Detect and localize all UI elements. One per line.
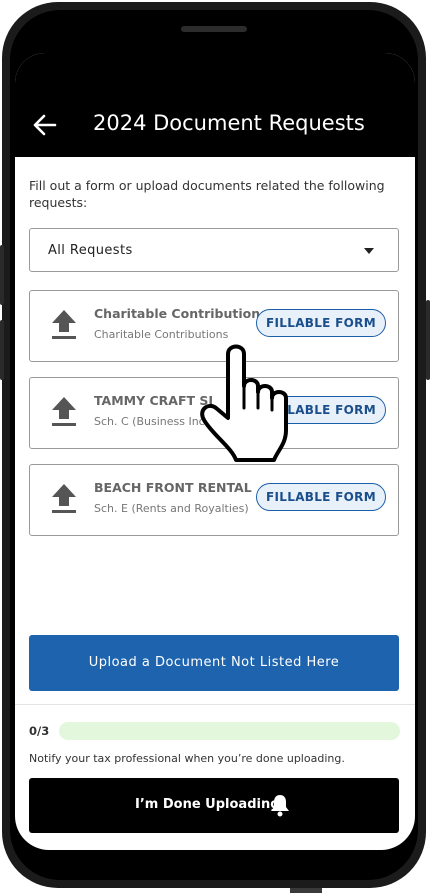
app-header: 2024 Document Requests [15,53,415,157]
request-card[interactable]: BEACH FRONT RENTAL ... Sch. E (Rents and… [29,464,399,536]
done-uploading-label: I’m Done Uploading [135,797,280,812]
chevron-down-icon [364,248,374,254]
upload-icon [52,484,76,513]
request-type: Sch. C (Business Income [94,415,212,428]
home-indicator [290,888,322,893]
upload-progress-bar [59,722,400,740]
side-button [426,300,430,380]
hand-pointer-icon [200,344,288,462]
request-name: BEACH FRONT RENTAL ... [94,480,254,495]
request-name: TAMMY CRAFT SE [94,393,212,408]
upload-icon [52,310,76,339]
progress-count: 0/3 [29,724,50,738]
notify-text: Notify your tax professional when you’re… [29,752,345,765]
phone-speaker [181,26,247,32]
side-button [0,320,4,380]
request-type: Sch. E (Rents and Royalties) [94,502,249,515]
done-uploading-button[interactable]: I’m Done Uploading [29,778,399,833]
side-button [0,245,4,305]
requests-filter-dropdown[interactable]: All Requests [29,228,399,272]
fillable-form-button[interactable]: FILLABLE FORM [256,483,386,511]
dropdown-value: All Requests [48,243,133,258]
fillable-form-button[interactable]: FILLABLE FORM [256,309,386,337]
page-title: 2024 Document Requests [93,111,365,135]
divider [15,704,415,705]
upload-icon [52,397,76,426]
request-name: Charitable Contributions [94,306,259,321]
intro-text: Fill out a form or upload documents rela… [29,178,385,210]
back-arrow-icon[interactable] [31,111,59,139]
upload-document-button[interactable]: Upload a Document Not Listed Here [29,635,399,691]
bell-icon [271,795,289,817]
